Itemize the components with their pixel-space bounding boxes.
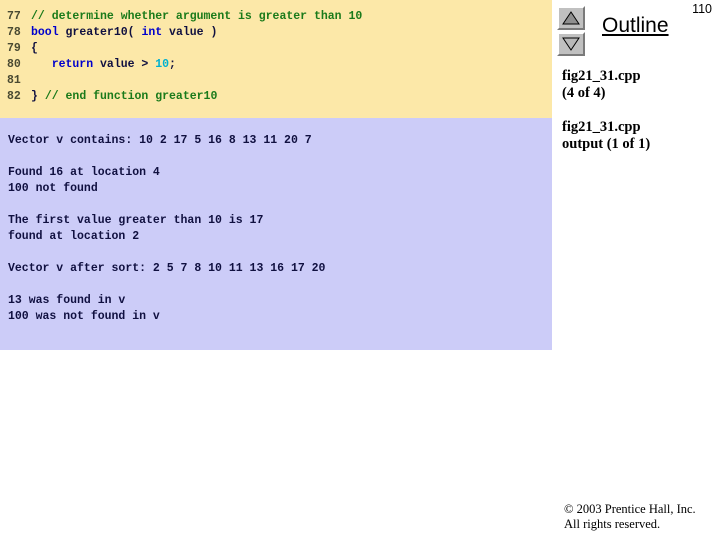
code-line-number: 81 xyxy=(7,74,21,87)
code-token-kw: bool xyxy=(31,26,66,39)
scroll-button-group xyxy=(557,6,585,58)
output-line: 100 not found xyxy=(8,182,98,195)
code-token-plain: ; xyxy=(169,58,176,71)
outline-entry-list: fig21_31.cpp (4 of 4) fig21_31.cpp output… xyxy=(562,68,718,170)
output-line: Vector v after sort: 2 5 7 8 10 11 13 16… xyxy=(8,262,326,275)
code-line-number: 82 xyxy=(7,90,21,103)
output-line: The first value greater than 10 is 17 xyxy=(8,214,264,227)
footer-copyright: © 2003 Prentice Hall, Inc. All rights re… xyxy=(564,502,720,532)
output-line: found at location 2 xyxy=(8,230,140,243)
code-token-num: 10 xyxy=(155,58,170,71)
outline-entry[interactable]: fig21_31.cpp output (1 of 1) xyxy=(562,119,718,153)
code-line: 80 return value > 10; xyxy=(0,57,552,73)
code-token-plain: { xyxy=(31,42,38,55)
output-line: 100 was not found in v xyxy=(8,310,160,323)
code-token-kw: int xyxy=(141,26,170,39)
code-line: 77 // determine whether argument is great… xyxy=(0,9,552,25)
code-line-number: 78 xyxy=(7,26,21,39)
code-line-number: 77 xyxy=(7,10,21,23)
code-line: 82} // end function greater10 xyxy=(0,89,552,105)
code-token-plain: value ) xyxy=(169,26,218,39)
code-token-plain: } xyxy=(31,90,45,103)
code-line: 81 xyxy=(0,73,552,89)
outline-heading: Outline xyxy=(602,14,669,37)
code-token-cmt: // end function greater10 xyxy=(44,90,218,103)
outline-sidebar: 110 Outline fig21_31.cpp (4 of 4) fig21_3… xyxy=(552,0,720,540)
code-line: 79 { xyxy=(0,41,552,57)
triangle-down-icon xyxy=(562,37,580,51)
output-line: 13 was found in v xyxy=(8,294,126,307)
output-line: Found 16 at location 4 xyxy=(8,166,160,179)
code-line: 78 bool greater10( int value ) xyxy=(0,25,552,41)
code-token-cmt: // determine whether argument is greater… xyxy=(31,10,363,23)
triangle-up-icon xyxy=(562,11,580,25)
code-token-plain: greater10( xyxy=(65,26,142,39)
scroll-up-button[interactable] xyxy=(557,6,585,30)
output-line: Vector v contains: 10 2 17 5 16 8 13 11 … xyxy=(8,134,312,147)
code-token-plain: value > xyxy=(100,58,156,71)
code-token-kw: return xyxy=(31,58,101,71)
outline-entry[interactable]: fig21_31.cpp (4 of 4) xyxy=(562,68,718,102)
code-line-number: 80 xyxy=(7,58,21,71)
scroll-down-button[interactable] xyxy=(557,32,585,56)
rights-line: All rights reserved. xyxy=(564,517,661,531)
copyright-line: © 2003 Prentice Hall, Inc. xyxy=(564,502,696,516)
code-listing-panel: 77 // determine whether argument is great… xyxy=(0,0,552,118)
program-output-panel: Vector v contains: 10 2 17 5 16 8 13 11 … xyxy=(0,118,552,350)
code-line-number: 79 xyxy=(7,42,21,55)
page-number: 110 xyxy=(692,2,712,16)
